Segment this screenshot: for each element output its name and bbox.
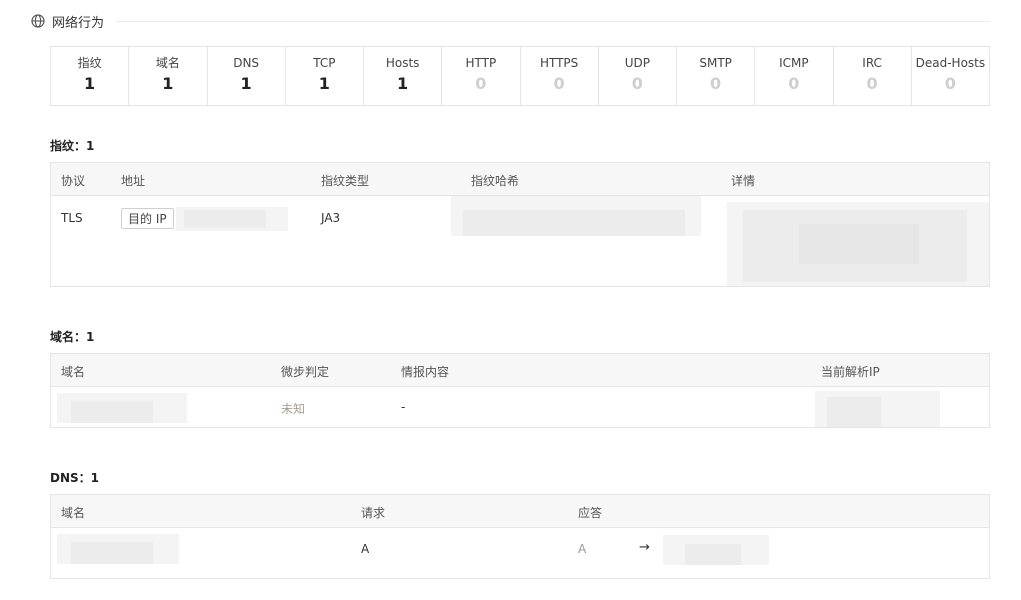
dns-title: DNS：1 <box>50 471 99 485</box>
stat-smtp[interactable]: SMTP 0 <box>677 47 756 105</box>
stat-https[interactable]: HTTPS 0 <box>521 47 599 105</box>
table-row: TLS 目的 IP JA3 <box>51 196 989 286</box>
fingerprint-title: 指纹：1 <box>50 139 95 153</box>
stat-value: 0 <box>475 74 487 93</box>
cell-answer-type: A <box>578 542 587 556</box>
table-header: 协议 地址 指纹类型 指纹哈希 详情 <box>51 163 989 196</box>
cell-intel: - <box>401 400 406 414</box>
col-domain: 域名 <box>61 365 86 379</box>
redacted-domain-inner <box>71 542 153 564</box>
stat-value: 0 <box>944 74 956 93</box>
col-address: 地址 <box>121 174 146 188</box>
cell-request: A <box>361 542 370 556</box>
cell-fingerprint-type: JA3 <box>321 211 341 225</box>
stat-label: ICMP <box>779 56 809 70</box>
stat-value: 0 <box>788 74 800 93</box>
redacted-resolved-ip-inner <box>827 397 881 427</box>
stat-label: HTTP <box>465 56 497 70</box>
col-protocol: 协议 <box>61 174 86 188</box>
stat-value: 1 <box>84 74 96 93</box>
redacted-domain-inner <box>71 401 153 423</box>
stat-label: 域名 <box>155 56 180 70</box>
cell-protocol: TLS <box>61 211 83 225</box>
stat-label: IRC <box>862 56 882 70</box>
col-fingerprint-type: 指纹类型 <box>321 174 370 188</box>
stat-label: TCP <box>313 56 336 70</box>
globe-icon <box>31 14 45 28</box>
stat-value: 0 <box>866 74 878 93</box>
table-row: A A → <box>51 528 989 578</box>
col-domain: 域名 <box>61 506 86 520</box>
col-intel: 情报内容 <box>401 365 450 379</box>
stat-value: 1 <box>162 74 174 93</box>
section-title: 网络行为 <box>52 15 105 31</box>
stat-label: HTTPS <box>539 56 579 70</box>
stat-label: SMTP <box>699 56 732 70</box>
stat-hosts[interactable]: Hosts 1 <box>364 47 443 105</box>
stat-value: 1 <box>240 74 252 93</box>
stat-value: 0 <box>710 74 722 93</box>
section-header: 网络行为 <box>31 11 990 31</box>
col-verdict: 微步判定 <box>281 365 330 379</box>
dns-table: 域名 请求 应答 A A → <box>50 494 990 579</box>
stat-label: UDP <box>624 56 650 70</box>
stat-label: 指纹 <box>77 56 102 70</box>
domain-title: 域名：1 <box>50 330 95 344</box>
destination-ip-tag: 目的 IP <box>121 208 174 229</box>
domain-table: 域名 微步判定 情报内容 当前解析IP 未知 - <box>50 353 990 428</box>
col-details: 详情 <box>731 174 756 188</box>
col-resolved-ip: 当前解析IP <box>821 365 880 379</box>
stat-icmp[interactable]: ICMP 0 <box>755 47 834 105</box>
table-header: 域名 请求 应答 <box>51 495 989 528</box>
stat-label: Hosts <box>385 56 420 70</box>
stat-udp[interactable]: UDP 0 <box>599 47 677 105</box>
stat-label: Dead-Hosts <box>915 56 986 70</box>
col-request: 请求 <box>361 506 386 520</box>
redacted-answer-inner <box>685 544 741 565</box>
redacted-ip-inner <box>184 210 266 228</box>
stat-value: 1 <box>318 74 330 93</box>
cell-verdict: 未知 <box>281 402 306 416</box>
col-answer: 应答 <box>578 506 603 520</box>
cell-address: 目的 IP <box>121 208 174 229</box>
redacted-details-core <box>799 224 919 264</box>
stat-irc[interactable]: IRC 0 <box>834 47 912 105</box>
stat-domain[interactable]: 域名 1 <box>129 47 208 105</box>
stat-value: 1 <box>397 74 409 93</box>
arrow-right-icon: → <box>639 540 650 555</box>
stat-dns[interactable]: DNS 1 <box>208 47 286 105</box>
stat-http[interactable]: HTTP 0 <box>442 47 521 105</box>
stat-dead-hosts[interactable]: Dead-Hosts 0 <box>912 47 989 105</box>
col-fingerprint-hash: 指纹哈希 <box>471 174 520 188</box>
section-divider <box>116 20 990 22</box>
redacted-hash-inner <box>463 210 685 236</box>
stat-value: 0 <box>553 74 565 93</box>
network-behavior-page: 网络行为 指纹 1 域名 1 DNS 1 TCP 1 Hosts 1 HTTP … <box>0 0 1021 600</box>
table-row: 未知 - <box>51 387 989 427</box>
stat-value: 0 <box>631 74 643 93</box>
stat-label: DNS <box>233 56 260 70</box>
fingerprint-table: 协议 地址 指纹类型 指纹哈希 详情 TLS 目的 IP JA3 <box>50 162 990 287</box>
stats-bar: 指纹 1 域名 1 DNS 1 TCP 1 Hosts 1 HTTP 0 HTT… <box>50 46 990 106</box>
stat-tcp[interactable]: TCP 1 <box>286 47 364 105</box>
stat-fingerprint[interactable]: 指纹 1 <box>51 47 130 105</box>
table-header: 域名 微步判定 情报内容 当前解析IP <box>51 354 989 387</box>
